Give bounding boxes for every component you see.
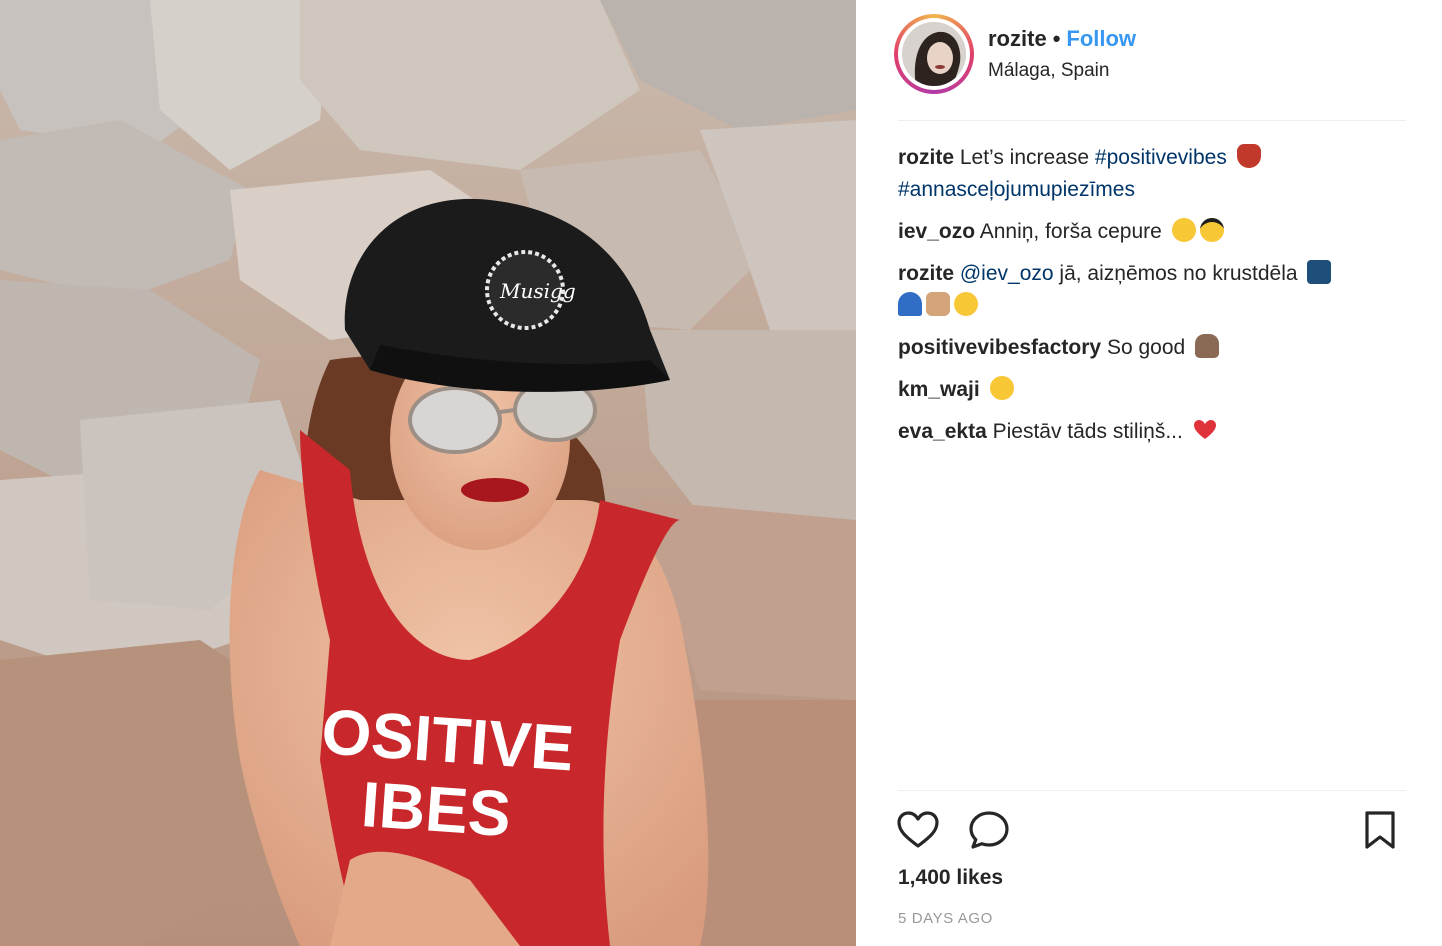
caption: rozite Let’s increase #positivevibes #an… xyxy=(898,142,1418,206)
comment-text: Anniņ, forša cepure xyxy=(979,220,1162,243)
comment-item: iev_ozo Anniņ, forša cepure xyxy=(898,216,1418,248)
post-timestamp[interactable]: 5 DAYS AGO xyxy=(898,910,993,927)
follow-button[interactable]: Follow xyxy=(1066,26,1136,51)
bookmark-icon[interactable] xyxy=(1362,810,1398,850)
comment-username[interactable]: rozite xyxy=(898,262,954,285)
post-photo-graphic: OSITIVE IBES Musigg xyxy=(0,0,856,946)
header-divider xyxy=(898,120,1406,121)
comment-item: rozite @iev_ozo jā, aizņēmos no krustdēl… xyxy=(898,258,1418,322)
wink-emoji-icon xyxy=(989,376,1014,400)
header-separator: • xyxy=(1052,26,1061,51)
baby-emoji-icon xyxy=(1307,260,1332,284)
comment-text: Piestāv tāds stiliņš... xyxy=(992,420,1183,443)
post-header: rozite • Follow Málaga, Spain xyxy=(894,14,1404,96)
grin-emoji-icon xyxy=(1171,218,1196,242)
comment-item: km_waji xyxy=(898,374,1418,406)
caption-text: Let’s increase xyxy=(959,146,1090,169)
header-user-line: rozite • Follow xyxy=(988,26,1136,52)
likes-count[interactable]: 1,400 likes xyxy=(898,866,1003,890)
comment-item: eva_ekta Piestāv tāds stiliņš... xyxy=(898,416,1418,448)
cap-emoji-icon xyxy=(898,292,922,316)
comments-list: rozite Let’s increase #positivevibes #an… xyxy=(898,142,1418,458)
comment-username[interactable]: positivevibesfactory xyxy=(898,336,1101,359)
heart-emoji-icon xyxy=(1193,418,1217,442)
avatar-image xyxy=(902,22,966,86)
dancer-emoji-icon xyxy=(1236,144,1261,168)
avatar-frame xyxy=(898,18,970,90)
sunglasses-emoji-icon xyxy=(1199,218,1224,242)
header-username[interactable]: rozite xyxy=(988,26,1047,51)
comment-username[interactable]: rozite xyxy=(898,146,954,169)
location-link[interactable]: Málaga, Spain xyxy=(988,60,1109,82)
comment-text: So good xyxy=(1106,336,1186,359)
post-actions xyxy=(896,806,1416,852)
comment-icon[interactable] xyxy=(968,810,1010,850)
actions-divider xyxy=(898,790,1406,791)
mention-link[interactable]: @iev_ozo xyxy=(960,262,1054,285)
post-photo[interactable]: OSITIVE IBES Musigg xyxy=(0,0,856,946)
raised-hands-emoji-icon xyxy=(1195,334,1220,358)
comment-username[interactable]: iev_ozo xyxy=(898,220,975,243)
comment-item: positivevibesfactory So good xyxy=(898,332,1418,364)
wink-emoji-icon xyxy=(954,292,978,316)
avatar[interactable] xyxy=(894,14,974,94)
comment-username[interactable]: eva_ekta xyxy=(898,420,987,443)
post-side-panel: rozite • Follow Málaga, Spain rozite Let’s… xyxy=(856,0,1442,946)
hashtag-link[interactable]: #annasceļojumupiezīmes xyxy=(898,178,1135,201)
thumbs-up-emoji-icon xyxy=(926,292,950,316)
svg-text:IBES: IBES xyxy=(359,768,513,850)
hashtag-link[interactable]: #positivevibes xyxy=(1095,146,1227,169)
comment-username[interactable]: km_waji xyxy=(898,378,980,401)
svg-text:Musigg: Musigg xyxy=(499,279,576,303)
comment-text: jā, aizņēmos no krustdēla xyxy=(1059,262,1298,285)
heart-icon[interactable] xyxy=(896,810,940,850)
